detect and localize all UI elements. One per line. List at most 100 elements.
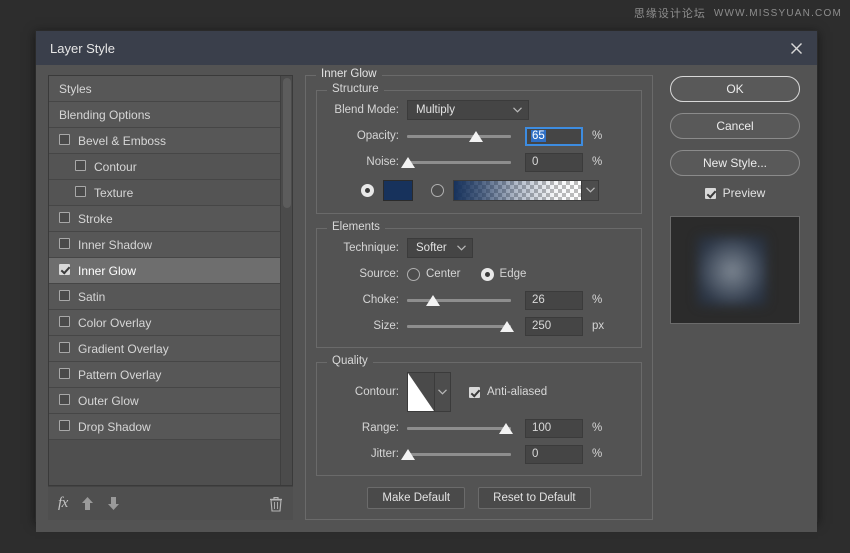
range-slider[interactable] bbox=[407, 419, 511, 437]
chevron-down-icon[interactable] bbox=[581, 181, 598, 200]
noise-input[interactable]: 0 bbox=[525, 153, 583, 172]
preview-thumbnail bbox=[670, 216, 800, 324]
sidebar-item-inner-glow[interactable]: Inner Glow bbox=[49, 258, 292, 284]
make-default-button[interactable]: Make Default bbox=[367, 487, 465, 509]
preview-label: Preview bbox=[723, 186, 766, 200]
size-slider-track bbox=[407, 325, 511, 328]
checkbox-preview[interactable] bbox=[705, 188, 716, 199]
anti-aliased-label: Anti-aliased bbox=[487, 386, 547, 398]
checkbox-drop-shadow[interactable] bbox=[59, 420, 70, 434]
preview-toggle-row[interactable]: Preview bbox=[705, 186, 766, 200]
sidebar-item-gradient-overlay[interactable]: Gradient Overlay bbox=[49, 336, 292, 362]
opacity-input[interactable]: 65 bbox=[525, 127, 583, 146]
chevron-down-icon bbox=[452, 245, 470, 251]
jitter-unit: % bbox=[592, 448, 602, 460]
sidebar-item-drop-shadow[interactable]: Drop Shadow bbox=[49, 414, 292, 440]
opacity-slider-thumb[interactable] bbox=[469, 131, 483, 142]
sidebar-item-blending-options[interactable]: Blending Options bbox=[49, 102, 292, 128]
checkbox-satin[interactable] bbox=[59, 290, 70, 304]
checkbox-inner-shadow[interactable] bbox=[59, 238, 70, 252]
layer-style-dialog: Layer Style Styles bbox=[35, 30, 818, 522]
size-label: Size: bbox=[329, 320, 407, 332]
elements-legend: Elements bbox=[327, 221, 385, 233]
size-input[interactable]: 250 bbox=[525, 317, 583, 336]
sidebar-item-pattern-overlay[interactable]: Pattern Overlay bbox=[49, 362, 292, 388]
sidebar-item-inner-shadow[interactable]: Inner Shadow bbox=[49, 232, 292, 258]
checkbox-outer-glow[interactable] bbox=[59, 394, 70, 408]
dialog-body: Styles Blending Options Bevel & Emboss C… bbox=[36, 65, 817, 532]
contour-picker[interactable] bbox=[407, 372, 451, 412]
opacity-slider[interactable] bbox=[407, 127, 511, 145]
checkbox-contour[interactable] bbox=[75, 160, 86, 174]
scrollbar-thumb[interactable] bbox=[283, 78, 291, 208]
opacity-slider-track bbox=[407, 135, 511, 138]
noise-row: Noise: 0 % bbox=[329, 151, 629, 173]
sidebar-item-color-overlay[interactable]: Color Overlay bbox=[49, 310, 292, 336]
radio-fill-color[interactable] bbox=[361, 184, 374, 197]
glow-color-swatch[interactable] bbox=[383, 180, 413, 201]
technique-row: Technique: Softer bbox=[329, 237, 629, 259]
checkbox-texture[interactable] bbox=[75, 186, 86, 200]
range-slider-thumb[interactable] bbox=[499, 423, 513, 434]
close-button[interactable] bbox=[775, 31, 817, 65]
size-value: 250 bbox=[532, 320, 551, 332]
checkbox-pattern-overlay[interactable] bbox=[59, 368, 70, 382]
arrow-down-icon[interactable] bbox=[107, 496, 120, 511]
noise-slider-thumb[interactable] bbox=[401, 157, 415, 168]
jitter-slider-thumb[interactable] bbox=[401, 449, 415, 460]
checkbox-gradient-overlay[interactable] bbox=[59, 342, 70, 356]
checkbox-inner-glow[interactable] bbox=[59, 264, 70, 278]
sidebar-item-bevel-emboss[interactable]: Bevel & Emboss bbox=[49, 128, 292, 154]
reset-to-default-button[interactable]: Reset to Default bbox=[478, 487, 590, 509]
new-style-button[interactable]: New Style... bbox=[670, 150, 800, 176]
radio-source-center[interactable] bbox=[407, 268, 420, 281]
choke-input[interactable]: 26 bbox=[525, 291, 583, 310]
sidebar-item-contour[interactable]: Contour bbox=[49, 154, 292, 180]
inner-glow-section: Inner Glow Structure Blend Mode: Multipl… bbox=[305, 75, 653, 520]
jitter-slider[interactable] bbox=[407, 445, 511, 463]
technique-select[interactable]: Softer bbox=[407, 238, 473, 258]
cancel-button[interactable]: Cancel bbox=[670, 113, 800, 139]
sidebar-item-outer-glow[interactable]: Outer Glow bbox=[49, 388, 292, 414]
chevron-down-icon[interactable] bbox=[434, 373, 450, 411]
structure-legend: Structure bbox=[327, 83, 384, 95]
styles-list-scrollbar[interactable] bbox=[280, 76, 292, 485]
sidebar-item-satin[interactable]: Satin bbox=[49, 284, 292, 310]
ok-button[interactable]: OK bbox=[670, 76, 800, 102]
range-unit: % bbox=[592, 422, 602, 434]
radio-source-edge[interactable] bbox=[481, 268, 494, 281]
checkbox-anti-aliased[interactable] bbox=[469, 387, 480, 398]
radio-fill-gradient[interactable] bbox=[431, 184, 444, 197]
dialog-title: Layer Style bbox=[50, 41, 115, 56]
quality-legend: Quality bbox=[327, 355, 373, 367]
sidebar-item-styles[interactable]: Styles bbox=[49, 76, 292, 102]
actions-column: OK Cancel New Style... Preview bbox=[665, 75, 805, 520]
fx-icon[interactable]: fx bbox=[58, 495, 68, 512]
size-slider[interactable] bbox=[407, 317, 511, 335]
arrow-up-icon[interactable] bbox=[81, 496, 94, 511]
styles-list[interactable]: Styles Blending Options Bevel & Emboss C… bbox=[49, 76, 292, 485]
choke-slider-thumb[interactable] bbox=[426, 295, 440, 306]
dialog-titlebar[interactable]: Layer Style bbox=[36, 31, 817, 65]
styles-footer-toolbar: fx bbox=[48, 486, 293, 520]
default-buttons-row: Make Default Reset to Default bbox=[316, 487, 642, 509]
checkbox-stroke[interactable] bbox=[59, 212, 70, 226]
checkbox-color-overlay[interactable] bbox=[59, 316, 70, 330]
noise-slider[interactable] bbox=[407, 153, 511, 171]
anti-aliased-row[interactable]: Anti-aliased bbox=[469, 386, 547, 398]
sidebar-item-stroke[interactable]: Stroke bbox=[49, 206, 292, 232]
range-input[interactable]: 100 bbox=[525, 419, 583, 438]
sidebar-item-texture[interactable]: Texture bbox=[49, 180, 292, 206]
blend-mode-select[interactable]: Multiply bbox=[407, 100, 529, 120]
watermark-url: WWW.MISSYUAN.COM bbox=[714, 8, 842, 19]
styles-column: Styles Blending Options Bevel & Emboss C… bbox=[48, 75, 293, 520]
checkbox-bevel-emboss[interactable] bbox=[59, 134, 70, 148]
blend-mode-label: Blend Mode: bbox=[329, 104, 407, 116]
opacity-value: 65 bbox=[531, 130, 546, 142]
fill-type-row bbox=[329, 177, 629, 203]
glow-gradient-picker[interactable] bbox=[453, 180, 599, 201]
trash-icon[interactable] bbox=[269, 496, 283, 512]
jitter-input[interactable]: 0 bbox=[525, 445, 583, 464]
size-slider-thumb[interactable] bbox=[500, 321, 514, 332]
choke-slider[interactable] bbox=[407, 291, 511, 309]
